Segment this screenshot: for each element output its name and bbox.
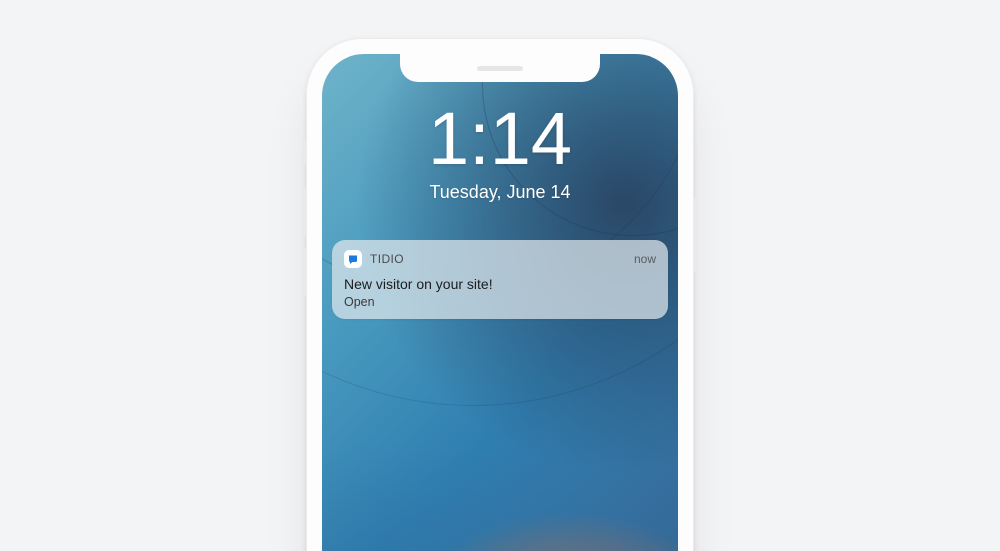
notification-card[interactable]: TIDIO now New visitor on your site! Open — [332, 240, 668, 319]
phone-frame: 1:14 Tuesday, June 14 TIDIO now New visi… — [306, 38, 694, 551]
notification-subtitle: Open — [344, 295, 656, 309]
phone-screen: 1:14 Tuesday, June 14 TIDIO now New visi… — [322, 54, 678, 551]
earpiece-icon — [477, 66, 523, 71]
notification-timestamp: now — [634, 252, 656, 266]
phone-notch — [400, 54, 600, 82]
notification-title: New visitor on your site! — [344, 276, 656, 292]
tidio-app-icon — [344, 250, 362, 268]
lockscreen-time: 1:14 — [322, 102, 678, 176]
stage: 1:14 Tuesday, June 14 TIDIO now New visi… — [0, 0, 1000, 551]
mute-switch[interactable] — [303, 138, 306, 164]
lockscreen-date: Tuesday, June 14 — [322, 182, 678, 203]
volume-up-button[interactable] — [303, 188, 306, 236]
notification-app-name: TIDIO — [370, 252, 404, 266]
volume-down-button[interactable] — [303, 248, 306, 296]
power-button[interactable] — [694, 198, 697, 272]
lockscreen: 1:14 Tuesday, June 14 — [322, 102, 678, 203]
notification-header: TIDIO now — [344, 250, 656, 268]
